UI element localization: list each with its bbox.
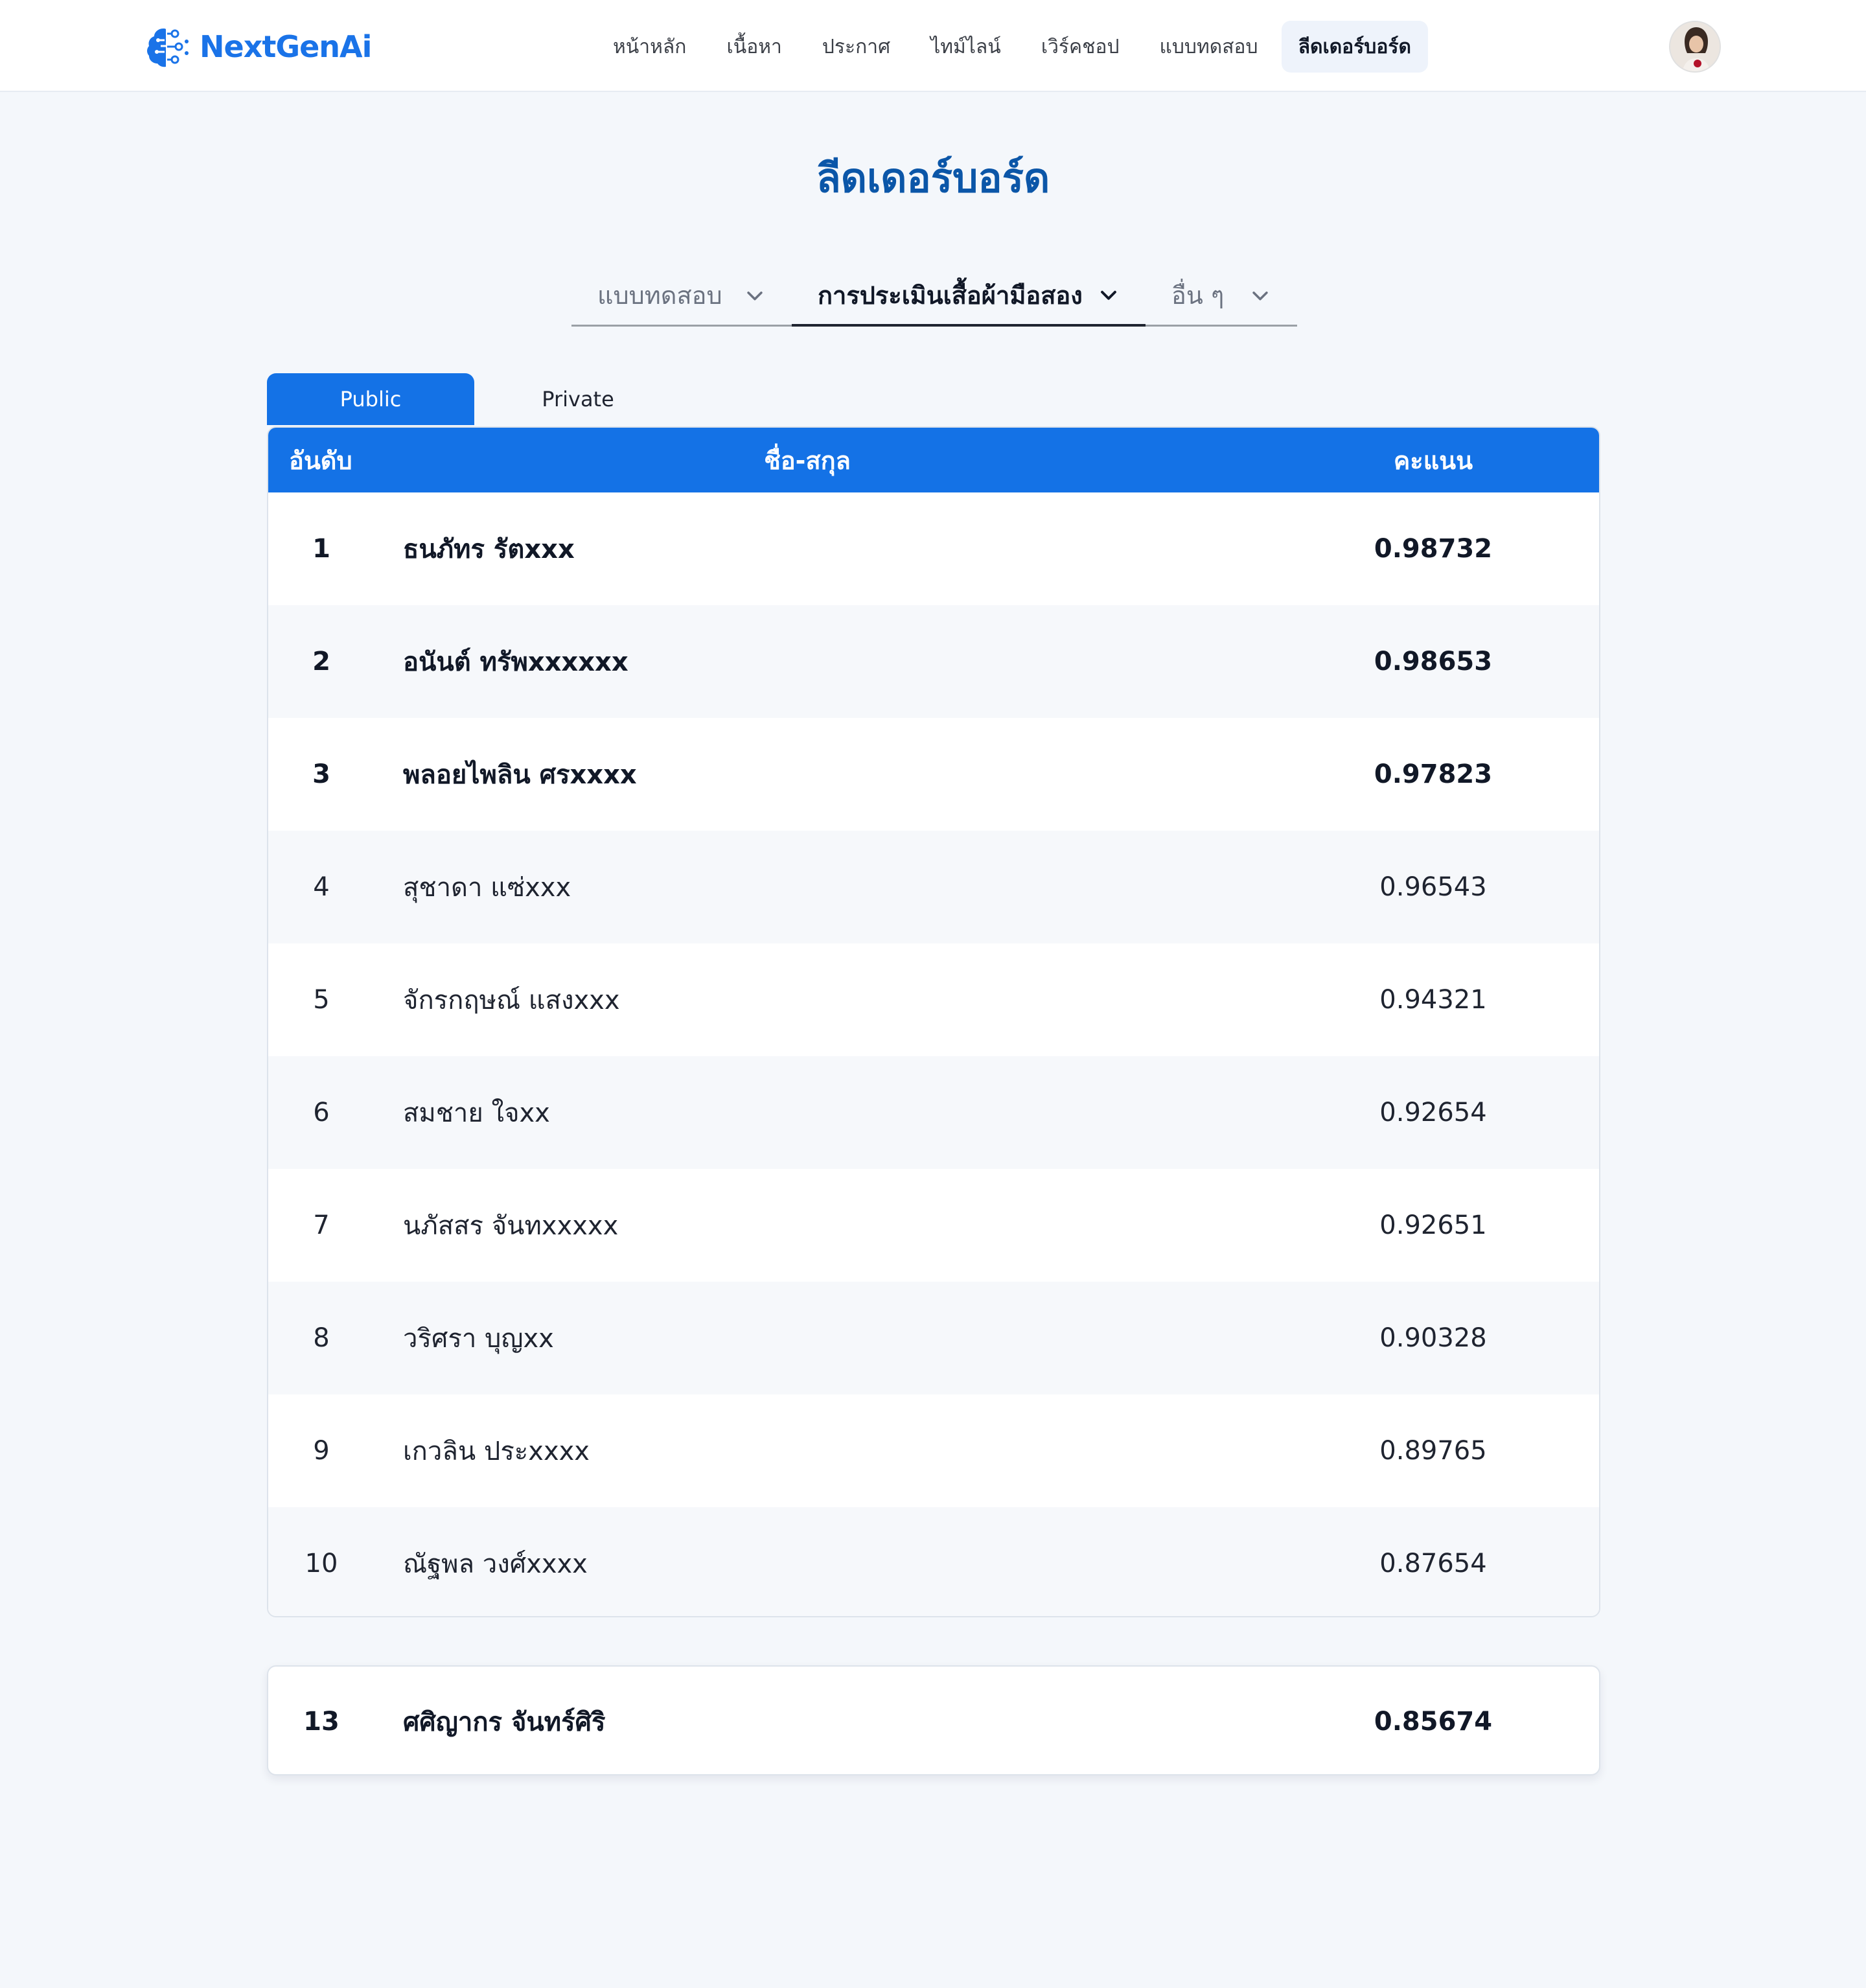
- name-cell: สมชาย ใจxx: [403, 1098, 550, 1128]
- score-cell: 0.94321: [1379, 985, 1487, 1015]
- my-name-cell: ศศิญากร จันทร์ศิริ: [403, 1707, 606, 1737]
- tab-private[interactable]: Private: [474, 373, 682, 425]
- table-row: 5 จักรกฤษณ์ แสงxxx 0.94321: [268, 943, 1599, 1056]
- page-title: ลีดเดอร์บอร์ด: [816, 154, 1050, 202]
- name-cell: วริศรา บุญxx: [403, 1324, 554, 1354]
- logo-text: NextGenAi: [200, 29, 372, 64]
- rank-cell: 5: [313, 985, 330, 1015]
- table-row: 8 วริศรา บุญxx 0.90328: [268, 1282, 1599, 1394]
- chevron-down-icon: [1101, 290, 1116, 300]
- table-row: 3 พลอยไพลิน ศรxxxx 0.97823: [268, 718, 1599, 831]
- nav-timeline[interactable]: ไทม์ไลน์: [914, 21, 1018, 73]
- score-cell: 0.92651: [1379, 1210, 1487, 1240]
- quiz-type-dropdown[interactable]: แบบทดสอบ: [571, 266, 792, 327]
- score-cell: 0.87654: [1379, 1549, 1487, 1578]
- top-navbar: NextGenAi หน้าหลัก เนื้อหา ประกาศ ไทม์ไล…: [0, 0, 1866, 92]
- chevron-down-icon: [747, 291, 763, 300]
- avatar-portrait-icon: [1670, 22, 1720, 71]
- nav-home[interactable]: หน้าหลัก: [596, 21, 703, 73]
- rank-cell: 3: [312, 759, 330, 789]
- table-row: 9 เกวลิน ประxxxx 0.89765: [268, 1394, 1599, 1507]
- brain-logo-icon: [147, 29, 189, 67]
- rank-cell: 1: [312, 534, 330, 564]
- other-dropdown-label: อื่น ๆ: [1171, 281, 1225, 310]
- competition-dropdown[interactable]: การประเมินเสื้อผ้ามือสอง: [792, 266, 1146, 327]
- leaderboard-table: อันดับ ชื่อ-สกุล คะแนน 1 ธนภัทร รัตxxx 0…: [267, 426, 1600, 1617]
- nav-content[interactable]: เนื้อหา: [709, 21, 798, 73]
- competition-dropdown-label: การประเมินเสื้อผ้ามือสอง: [818, 281, 1083, 310]
- chevron-down-icon: [1252, 291, 1268, 300]
- table-row: 2 อนันต์ ทรัพxxxxxx 0.98653: [268, 605, 1599, 718]
- rank-cell: 9: [313, 1436, 330, 1466]
- table-row: 6 สมชาย ใจxx 0.92654: [268, 1056, 1599, 1169]
- tab-public[interactable]: Public: [267, 373, 474, 425]
- my-rank-cell: 13: [303, 1707, 340, 1737]
- name-cell: เกวลิน ประxxxx: [403, 1437, 590, 1466]
- logo[interactable]: NextGenAi: [144, 25, 372, 69]
- my-score-cell: 0.85674: [1374, 1707, 1493, 1737]
- user-avatar[interactable]: [1669, 21, 1721, 73]
- name-cell: พลอยไพลิน ศรxxxx: [403, 760, 637, 790]
- my-rank-card: 13 ศศิญากร จันทร์ศิริ 0.85674: [267, 1665, 1600, 1775]
- name-cell: จักรกฤษณ์ แสงxxx: [403, 986, 620, 1015]
- table-row: 7 นภัสสร จันทxxxxx 0.92651: [268, 1169, 1599, 1282]
- rank-cell: 8: [313, 1323, 330, 1353]
- score-cell: 0.89765: [1379, 1436, 1487, 1466]
- name-cell: นภัสสร จันทxxxxx: [403, 1211, 619, 1241]
- score-cell: 0.96543: [1379, 872, 1487, 902]
- filter-bar: แบบทดสอบ การประเมินเสื้อผ้ามือสอง อื่น ๆ: [571, 266, 1297, 327]
- score-cell: 0.97823: [1374, 759, 1493, 789]
- rank-cell: 2: [312, 647, 330, 676]
- name-cell: สุชาดา แซ่xxx: [403, 873, 571, 903]
- quiz-type-dropdown-label: แบบทดสอบ: [597, 281, 722, 310]
- table-row: 10 ณัฐพล วงศ์xxxx 0.87654: [268, 1507, 1599, 1616]
- nav-workshop[interactable]: เวิร์คชอป: [1024, 21, 1136, 73]
- name-cell: ธนภัทร รัตxxx: [403, 535, 575, 564]
- other-dropdown[interactable]: อื่น ๆ: [1146, 266, 1297, 327]
- name-cell: อนันต์ ทรัพxxxxxx: [403, 647, 628, 677]
- column-header-score: คะแนน: [1393, 446, 1473, 475]
- name-cell: ณัฐพล วงศ์xxxx: [403, 1549, 588, 1579]
- table-row: 4 สุชาดา แซ่xxx 0.96543: [268, 831, 1599, 943]
- table-row: 1 ธนภัทร รัตxxx 0.98732: [268, 492, 1599, 605]
- leaderboard-tabs: Public Private: [267, 373, 682, 425]
- rank-cell: 4: [313, 872, 330, 902]
- main-nav: หน้าหลัก เนื้อหา ประกาศ ไทม์ไลน์ เวิร์คช…: [596, 21, 1428, 73]
- nav-leaderboard[interactable]: ลีดเดอร์บอร์ด: [1281, 21, 1428, 73]
- nav-quiz[interactable]: แบบทดสอบ: [1143, 21, 1275, 73]
- score-cell: 0.98732: [1374, 534, 1493, 564]
- score-cell: 0.92654: [1379, 1098, 1487, 1127]
- score-cell: 0.90328: [1379, 1323, 1487, 1353]
- rank-cell: 6: [313, 1098, 330, 1127]
- rank-cell: 10: [305, 1549, 338, 1578]
- nav-announcements[interactable]: ประกาศ: [805, 21, 907, 73]
- rank-cell: 7: [313, 1210, 330, 1240]
- table-header: อันดับ ชื่อ-สกุล คะแนน: [268, 428, 1599, 492]
- score-cell: 0.98653: [1374, 647, 1493, 676]
- column-header-name: ชื่อ-สกุล: [764, 446, 851, 475]
